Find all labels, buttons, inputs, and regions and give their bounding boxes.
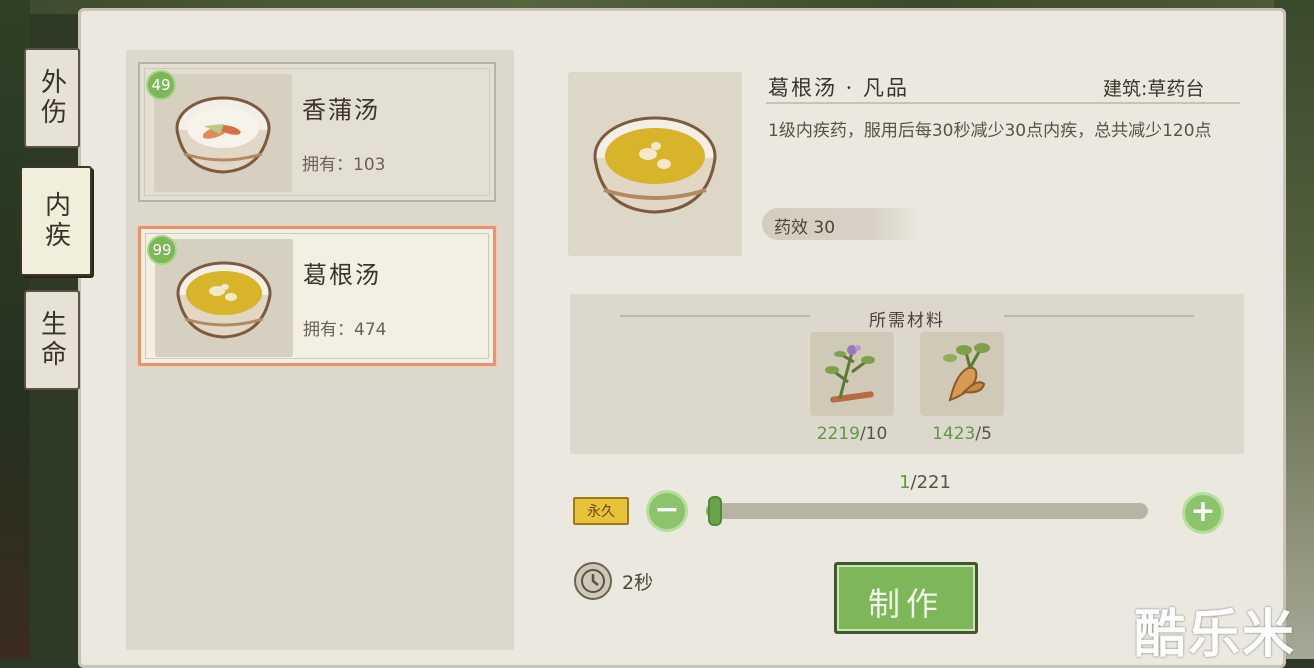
effect-text: 药效 30 [774, 218, 836, 238]
item-preview [568, 72, 742, 256]
quantity-display: 1/221 [880, 472, 970, 493]
herb-plant-icon [825, 345, 875, 403]
need-count: /5 [975, 424, 992, 444]
soup-bowl-icon [175, 96, 271, 174]
have-count: 2219 [816, 424, 860, 444]
material-slot[interactable] [810, 332, 894, 416]
divider [766, 102, 1240, 104]
clock-icon [574, 562, 612, 600]
recipe-thumbnail [154, 74, 292, 192]
soup-bowl-icon [593, 116, 717, 214]
have-count: 1423 [932, 424, 976, 444]
materials-section: 所需材料 2219/10 1423/5 [570, 294, 1244, 454]
materials-title: 所需材料 [869, 311, 945, 331]
watermark: 酷乐米 [1134, 605, 1297, 665]
soup-bowl-icon [176, 261, 272, 339]
level-badge: 99 [147, 235, 177, 265]
plus-icon: + [1190, 494, 1216, 529]
building-requirement: 建筑:草药台 [1103, 78, 1205, 100]
slider-handle[interactable] [708, 496, 722, 526]
tab-label: 内疾 [40, 191, 71, 251]
tab-life[interactable]: 生命 [24, 290, 80, 390]
decrease-button[interactable]: − [646, 490, 688, 532]
recipe-name: 葛根汤 [303, 261, 381, 289]
need-count: /10 [859, 424, 888, 444]
tab-external-injury[interactable]: 外伤 [24, 48, 80, 148]
recipe-list[interactable]: 49 香蒲汤 拥有：103 99 葛根汤 拥有：474 [126, 50, 514, 650]
quantity-slider[interactable] [706, 496, 1148, 526]
tab-internal-illness[interactable]: 内疾 [20, 166, 92, 276]
material-count: 1423/5 [912, 424, 1012, 444]
owned-count: 拥有：103 [302, 155, 386, 175]
tab-label: 生命 [36, 310, 67, 370]
permanent-badge[interactable]: 永久 [573, 497, 629, 525]
root-tuber-icon [943, 343, 990, 402]
quantity-current: 1 [899, 472, 911, 493]
material-slot[interactable] [920, 332, 1004, 416]
item-description: 1级内疾药，服用后每30秒减少30点内疾，总共减少120点 [768, 121, 1212, 141]
owned-count: 拥有：474 [303, 320, 387, 340]
increase-button[interactable]: + [1182, 492, 1224, 534]
material-count: 2219/10 [802, 424, 902, 444]
effect-tag: 药效 30 [762, 208, 922, 240]
craft-time: 2秒 [622, 572, 654, 594]
level-badge: 49 [146, 70, 176, 100]
recipe-card[interactable]: 49 香蒲汤 拥有：103 [138, 62, 496, 202]
recipe-thumbnail [155, 239, 293, 357]
make-button[interactable]: 制作 [834, 562, 978, 634]
recipe-card-selected[interactable]: 99 葛根汤 拥有：474 [138, 226, 496, 366]
make-button-label: 制作 [867, 585, 944, 623]
quantity-max: /221 [910, 472, 951, 493]
minus-icon: − [654, 492, 680, 527]
recipe-name: 香蒲汤 [302, 96, 380, 124]
tab-label: 外伤 [36, 68, 67, 128]
item-title: 葛根汤 · 凡品 [768, 76, 910, 100]
